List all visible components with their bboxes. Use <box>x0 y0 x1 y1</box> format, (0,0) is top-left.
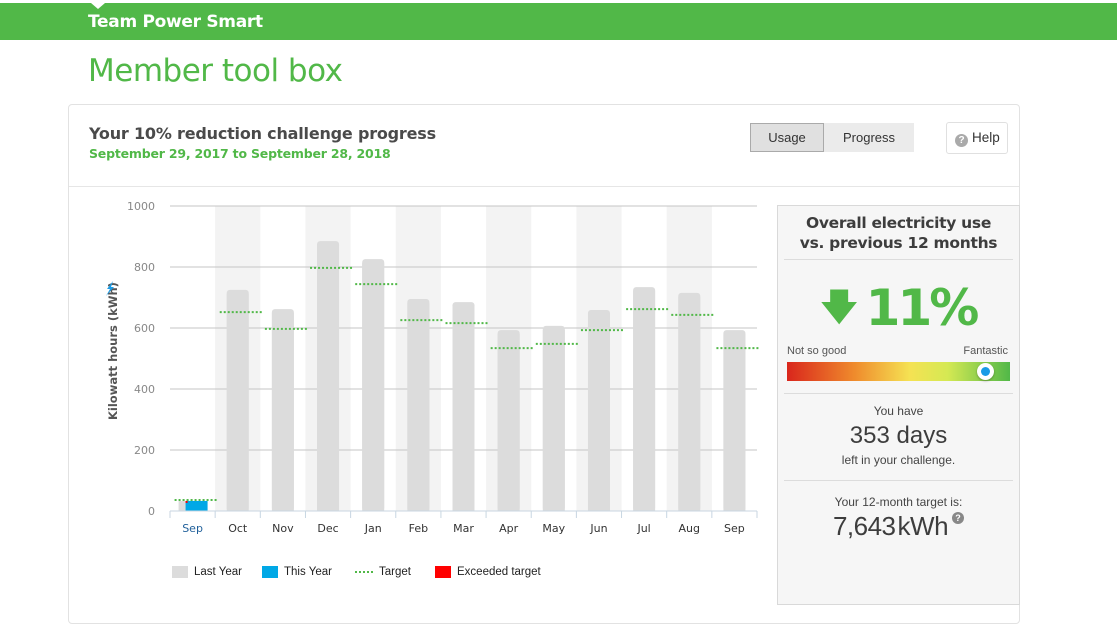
down-arrow-icon: 🡇 <box>820 287 858 328</box>
bar-last-year-fill <box>587 314 610 511</box>
x-tick-label: Sep <box>182 522 203 535</box>
gauge-left-label: Not so good <box>787 345 847 357</box>
y-axis-title-group: Kilowatt hours (kWh) <box>106 281 120 420</box>
bar-last-year-fill <box>723 334 746 511</box>
bar-last-year-fill <box>497 334 520 511</box>
target-unit: kWh <box>897 511 949 541</box>
usage-chart: Sep Oct Nov Dec Jan Feb Mar Apr May Jun Jul Aug Sep … <box>106 200 759 535</box>
legend-exceeded: Exceeded target <box>435 566 541 578</box>
y-tick-label: 600 <box>134 322 155 335</box>
summary-heading-line1: Overall electricity use <box>805 214 992 232</box>
days-prefix: You have <box>873 404 924 418</box>
target-info-icon[interactable]: ? <box>952 512 965 524</box>
x-tick-label: Mar <box>453 522 474 535</box>
legend-swatch <box>262 566 278 578</box>
x-tick-label: Jun <box>589 522 607 535</box>
legend-swatch <box>435 566 451 578</box>
y-tick-label: 200 <box>134 444 155 457</box>
change-unit: % <box>929 279 979 337</box>
progress-tab[interactable]: Progress <box>824 123 914 152</box>
change-value: 11 <box>865 279 933 337</box>
x-tick-label: Apr <box>499 522 519 535</box>
legend-this-year: This Year <box>262 566 332 578</box>
y-tick-label: 1000 <box>127 200 155 213</box>
performance-gauge <box>787 362 1010 381</box>
x-tick-label: Dec <box>317 522 338 535</box>
bar-last-year-fill <box>226 293 249 511</box>
bar-last-year-fill <box>362 263 385 511</box>
summary-heading: Overall electricity use vs. previous 12 … <box>778 213 1019 253</box>
bar-last-year-fill <box>271 313 294 511</box>
gauge-knob <box>976 363 994 380</box>
bar-last-year-fill <box>452 306 475 511</box>
x-tick-label: Nov <box>272 522 294 535</box>
divider <box>784 259 1013 260</box>
exceeded-marker <box>185 500 188 503</box>
bar-this-year <box>185 500 208 511</box>
bar-last-year-fill <box>407 303 430 511</box>
x-tick-label: Oct <box>228 522 248 535</box>
divider <box>784 393 1013 394</box>
divider <box>784 480 1013 481</box>
x-tick-label: Sep <box>724 522 745 535</box>
x-tick-label: Jan <box>364 522 382 535</box>
legend-label: Last Year <box>194 566 242 578</box>
y-tick-label: 0 <box>148 505 155 518</box>
bar-last-year-fill <box>542 329 565 511</box>
legend-swatch <box>172 566 188 578</box>
summary-panel: Overall electricity use vs. previous 12 … <box>777 205 1020 605</box>
y-tick-label: 800 <box>134 261 155 274</box>
help-button[interactable]: ? Help <box>946 122 1008 154</box>
days-remaining: 353 days <box>849 422 948 449</box>
x-tick-label: Aug <box>679 522 700 535</box>
legend-dotted-line <box>355 571 373 573</box>
x-tick-label: Feb <box>409 522 428 535</box>
change-percentage: 🡇 11% <box>778 280 1019 336</box>
bar-last-year-fill <box>678 296 701 511</box>
question-icon: ? <box>955 134 968 147</box>
legend-target: Target <box>355 566 411 578</box>
legend-label: This Year <box>284 566 332 578</box>
legend-label: Target <box>379 566 411 578</box>
target-label: Your 12-month target is: <box>834 495 963 509</box>
legend-label: Exceeded target <box>457 566 541 578</box>
target-value: 7,643kWh? <box>778 511 1019 542</box>
days-suffix: left in your challenge. <box>841 453 956 467</box>
bar-last-year-fill <box>633 291 656 511</box>
y-axis-title: Kilowatt hours (kWh) <box>106 282 120 420</box>
x-tick-label: Jul <box>636 522 650 535</box>
x-tick-label: May <box>542 522 565 535</box>
y-tick-label: 400 <box>134 383 155 396</box>
legend-last-year: Last Year <box>172 566 242 578</box>
summary-heading-line2: vs. previous 12 months <box>799 234 998 252</box>
bar-last-year-fill <box>317 245 340 511</box>
help-label: Help <box>972 130 1000 145</box>
gauge-right-label: Fantastic <box>963 345 1008 357</box>
target-number: 7,643 <box>832 511 896 541</box>
